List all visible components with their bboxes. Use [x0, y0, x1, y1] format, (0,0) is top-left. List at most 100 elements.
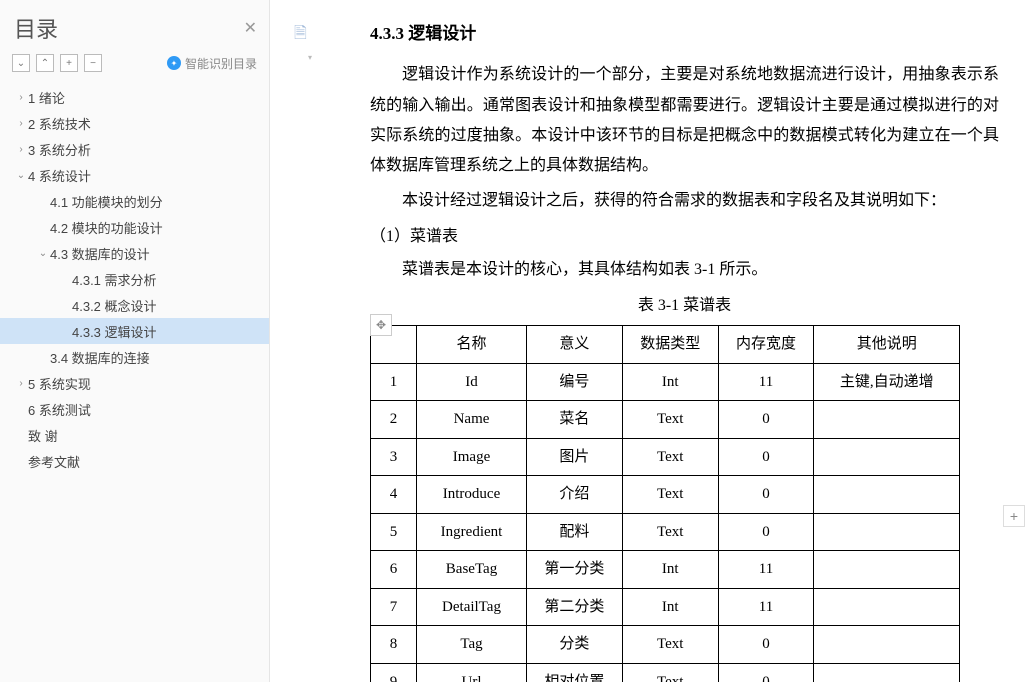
toc-item-label: 3.4 数据库的连接 [50, 348, 150, 367]
recipe-table: 名称意义数据类型内存宽度其他说明1Id编号Int11主键,自动递增2Name菜名… [370, 325, 960, 682]
table-cell [814, 588, 960, 626]
table-cell: 0 [718, 626, 814, 664]
table-header-3: 数据类型 [622, 326, 718, 364]
table-cell: 0 [718, 476, 814, 514]
toc-item-11[interactable]: ›5 系统实现 [0, 370, 269, 396]
toc-tool-icons: ⌄ ⌃ + − [12, 54, 102, 72]
section-heading: 4.3.3 逻辑设计 [370, 18, 999, 50]
table-cell: Id [417, 363, 527, 401]
chevron-icon: ⌄ [36, 248, 50, 259]
paragraph-1: 逻辑设计作为系统设计的一个部分，主要是对系统地数据流进行设计，用抽象表示系统的输… [370, 60, 999, 182]
toc-item-10[interactable]: 3.4 数据库的连接 [0, 344, 269, 370]
table-cell: Ingredient [417, 513, 527, 551]
chevron-icon: ⌄ [14, 170, 28, 181]
toc-item-label: 3 系统分析 [28, 140, 91, 159]
table-cell: 0 [718, 401, 814, 439]
table-header-4: 内存宽度 [718, 326, 814, 364]
toc-item-label: 4.3.3 逻辑设计 [72, 322, 157, 341]
toc-item-label: 参考文献 [28, 452, 80, 471]
table-cell: 11 [718, 588, 814, 626]
table-row: 1Id编号Int11主键,自动递增 [371, 363, 960, 401]
close-icon[interactable]: ✕ [244, 18, 257, 38]
smart-toc-button[interactable]: ✦ 智能识别目录 [167, 55, 257, 72]
table-cell [814, 551, 960, 589]
toc-item-label: 6 系统测试 [28, 400, 91, 419]
toc-item-label: 5 系统实现 [28, 374, 91, 393]
table-move-handle-icon[interactable]: ✥ [370, 314, 392, 336]
table-cell [814, 476, 960, 514]
doc-dropdown-icon[interactable]: ▾ [308, 53, 312, 62]
toc-item-9[interactable]: 4.3.3 逻辑设计 [0, 318, 269, 344]
paragraph-2: 本设计经过逻辑设计之后，获得的符合需求的数据表和字段名及其说明如下： [370, 186, 999, 216]
toc-item-0[interactable]: ›1 绪论 [0, 84, 269, 110]
toc-item-14[interactable]: 参考文献 [0, 448, 269, 474]
smart-toc-label: 智能识别目录 [185, 55, 257, 72]
table-cell: 6 [371, 551, 417, 589]
toc-item-label: 2 系统技术 [28, 114, 91, 133]
paragraph-3: 菜谱表是本设计的核心，其具体结构如表 3-1 所示。 [370, 255, 999, 285]
main-content-area: 🗎 ▾ 4.3.3 逻辑设计 逻辑设计作为系统设计的一个部分，主要是对系统地数据… [270, 0, 1029, 682]
table-cell: 9 [371, 663, 417, 682]
table-caption: 表 3-1 菜谱表 [370, 291, 999, 321]
toc-item-12[interactable]: 6 系统测试 [0, 396, 269, 422]
toc-item-8[interactable]: 4.3.2 概念设计 [0, 292, 269, 318]
table-cell: 0 [718, 663, 814, 682]
sidebar-header: 目录 ✕ [0, 8, 269, 54]
table-cell: Url [417, 663, 527, 682]
table-cell: 分类 [527, 626, 623, 664]
table-cell: 11 [718, 363, 814, 401]
document-margin-icons: 🗎 ▾ [294, 22, 312, 62]
table-cell: Text [622, 401, 718, 439]
collapse-all-icon[interactable]: ⌄ [12, 54, 30, 72]
list-subhead: （1）菜谱表 [370, 222, 999, 252]
collapse-minus-icon[interactable]: − [84, 54, 102, 72]
table-cell: BaseTag [417, 551, 527, 589]
sidebar-title: 目录 [14, 12, 58, 44]
toc-item-label: 1 绪论 [28, 88, 65, 107]
table-cell: 5 [371, 513, 417, 551]
table-cell [814, 513, 960, 551]
toc-item-label: 4.3.2 概念设计 [72, 296, 157, 315]
table-cell [814, 401, 960, 439]
table-cell [814, 663, 960, 682]
table-header-5: 其他说明 [814, 326, 960, 364]
toc-item-2[interactable]: ›3 系统分析 [0, 136, 269, 162]
toc-item-3[interactable]: ⌄4 系统设计 [0, 162, 269, 188]
table-cell: Introduce [417, 476, 527, 514]
chevron-icon: › [14, 378, 28, 389]
toc-item-label: 4.2 模块的功能设计 [50, 218, 163, 237]
document-content: 4.3.3 逻辑设计 逻辑设计作为系统设计的一个部分，主要是对系统地数据流进行设… [270, 0, 1029, 682]
table-cell: 第一分类 [527, 551, 623, 589]
table-row: 5Ingredient配料Text0 [371, 513, 960, 551]
sidebar-toolbar: ⌄ ⌃ + − ✦ 智能识别目录 [0, 54, 269, 80]
table-row: 7DetailTag第二分类Int11 [371, 588, 960, 626]
toc-item-label: 致 谢 [28, 426, 58, 445]
expand-up-icon[interactable]: ⌃ [36, 54, 54, 72]
toc-item-7[interactable]: 4.3.1 需求分析 [0, 266, 269, 292]
table-row: 3Image图片Text0 [371, 438, 960, 476]
toc-item-6[interactable]: ⌄4.3 数据库的设计 [0, 240, 269, 266]
table-cell: Int [622, 363, 718, 401]
toc-item-5[interactable]: 4.2 模块的功能设计 [0, 214, 269, 240]
sidebar: 目录 ✕ ⌄ ⌃ + − ✦ 智能识别目录 ›1 绪论›2 系统技术›3 系统分… [0, 0, 270, 682]
table-cell: 0 [718, 438, 814, 476]
toc-item-13[interactable]: 致 谢 [0, 422, 269, 448]
add-row-icon[interactable]: + [1003, 505, 1025, 527]
doc-page-icon[interactable]: 🗎 [294, 22, 312, 49]
toc-list: ›1 绪论›2 系统技术›3 系统分析⌄4 系统设计4.1 功能模块的划分4.2… [0, 80, 269, 478]
table-cell: 相对位置 [527, 663, 623, 682]
table-cell: Text [622, 626, 718, 664]
table-cell: Tag [417, 626, 527, 664]
table-cell: Text [622, 663, 718, 682]
table-row: 2Name菜名Text0 [371, 401, 960, 439]
toc-item-4[interactable]: 4.1 功能模块的划分 [0, 188, 269, 214]
expand-plus-icon[interactable]: + [60, 54, 78, 72]
toc-item-1[interactable]: ›2 系统技术 [0, 110, 269, 136]
table-row: 4Introduce介绍Text0 [371, 476, 960, 514]
table-cell: Text [622, 438, 718, 476]
table-cell: 图片 [527, 438, 623, 476]
table-cell: 配料 [527, 513, 623, 551]
table-cell: 2 [371, 401, 417, 439]
chevron-icon: › [14, 92, 28, 103]
chevron-icon: › [14, 144, 28, 155]
